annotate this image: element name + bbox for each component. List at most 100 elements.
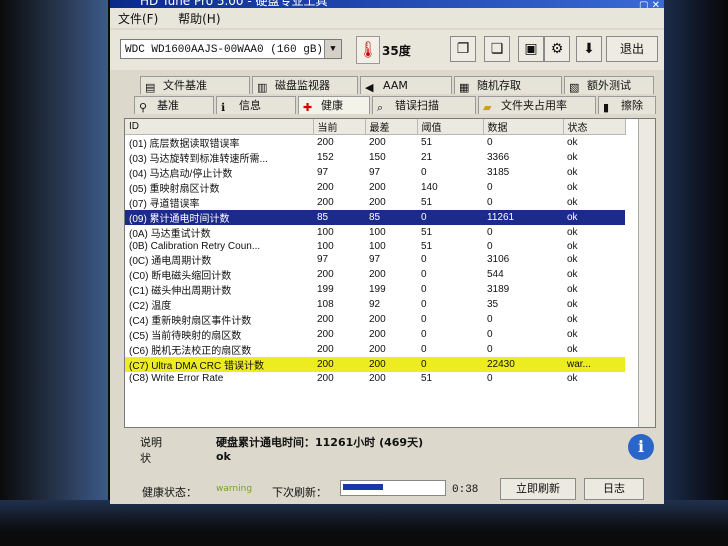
folder-icon: ▰ [483, 101, 492, 114]
monitor-bezel-bottom [0, 500, 728, 546]
threshold-value: 140 [421, 182, 438, 193]
attribute-name: (09) 累计通电时间计数 [125, 210, 313, 225]
column-header-data[interactable]: 数据 [483, 119, 564, 135]
app-window: HD Tune Pro 5.00 - 硬盘专业工具 ▁ ▢ ✕ 文件(F) 帮助… [110, 0, 664, 504]
status: ok [567, 329, 578, 341]
copy-icon[interactable]: ❐ [450, 36, 476, 62]
table-row[interactable]: (0A) 马达重试计数 100 100 51 0 ok [125, 225, 625, 240]
options-icon[interactable]: ⚙ [544, 36, 570, 62]
description-value: 硬盘累计通电时间：11261小时 (469天) [216, 436, 424, 449]
download-icon[interactable]: ⬇ [576, 36, 602, 62]
worst-value: 200 [369, 269, 386, 281]
threshold-value: 51 [421, 240, 433, 252]
current-value: 97 [317, 167, 329, 178]
menu-file[interactable]: 文件(F) [110, 8, 166, 29]
table-row[interactable]: (C1) 磁头伸出周期计数 199 199 0 3189 ok [125, 282, 625, 297]
menu-bar: 文件(F) 帮助(H) [110, 8, 664, 28]
column-header-current[interactable]: 当前 [313, 119, 366, 135]
table-row[interactable]: (C6) 脱机无法校正的扇区数 200 200 0 0 ok [125, 342, 625, 357]
current-value: 200 [317, 137, 334, 148]
threshold-value: 0 [421, 284, 427, 296]
tab-aam[interactable]: ◀ AAM [360, 76, 452, 94]
health-status-label: 健康状态： [142, 486, 197, 499]
table-row[interactable]: (0B) Calibration Retry Coun... 100 100 51 0 o… [125, 240, 625, 252]
column-header-worst[interactable]: 最差 [365, 119, 418, 135]
status: ok [567, 269, 578, 281]
threshold-value: 0 [421, 344, 427, 356]
refresh-progress-bar [340, 480, 446, 496]
column-header-status[interactable]: 状态 [563, 119, 626, 135]
log-button[interactable]: 日志 [584, 478, 644, 500]
tab-benchmark[interactable]: ⚲ 基准 [134, 96, 214, 114]
tab-file-benchmark[interactable]: ▤ 文件基准 [140, 76, 250, 94]
table-row[interactable]: (09) 累计通电时间计数 85 85 0 11261 ok [125, 210, 625, 225]
table-row[interactable]: (C2) 温度 108 92 0 35 ok [125, 297, 625, 312]
attribute-name: (C0) 断电磁头缩回计数 [129, 271, 232, 283]
current-value: 200 [317, 197, 334, 208]
menu-help[interactable]: 帮助(H) [170, 8, 228, 29]
attribute-name: (07) 寻道错误率 [129, 199, 200, 210]
attribute-name: (04) 马达启动/停止计数 [129, 169, 233, 180]
current-value: 199 [317, 284, 334, 296]
table-row[interactable]: (C7) Ultra DMA CRC 错误计数 200 200 0 22430 war..… [125, 357, 625, 373]
table-row[interactable]: (05) 重映射扇区计数 200 200 140 0 ok [125, 180, 625, 195]
table-header: ID 当前 最差 阈值 数据 状态 [125, 119, 626, 135]
exit-button[interactable]: 退出 [606, 36, 658, 62]
tab-erase[interactable]: ▮ 擦除 [598, 96, 656, 114]
attribute-name: (C5) 当前待映射的扇区数 [129, 331, 242, 343]
status-label: 状 [140, 452, 151, 465]
table-row[interactable]: (C5) 当前待映射的扇区数 200 200 0 0 ok [125, 327, 625, 342]
table-row[interactable]: (C8) Write Error Rate 200 200 51 0 ok [125, 372, 625, 384]
worst-value: 85 [365, 210, 417, 225]
column-header-threshold[interactable]: 阈值 [417, 119, 484, 135]
attribute-name: (0A) 马达重试计数 [129, 229, 211, 240]
refresh-progress-fill [343, 484, 383, 490]
tab-error-scan[interactable]: ⌕ 错误扫描 [372, 96, 476, 114]
table-row[interactable]: (03) 马达旋转到标准转速所需... 152 150 21 3366 ok [125, 150, 625, 165]
status: ok [567, 227, 578, 238]
tab-random-access[interactable]: ▦ 随机存取 [454, 76, 562, 94]
tab-folder-usage[interactable]: ▰ 文件夹占用率 [478, 96, 596, 114]
table-row[interactable]: (C0) 断电磁头缩回计数 200 200 0 544 ok [125, 267, 625, 282]
status: war... [563, 357, 625, 373]
raw-data: 0 [487, 329, 493, 341]
current-value: 200 [317, 182, 334, 193]
info-icon[interactable]: i [628, 434, 654, 460]
worst-value: 200 [369, 344, 386, 356]
table-row[interactable]: (C4) 重新映射扇区事件计数 200 200 0 0 ok [125, 312, 625, 327]
attribute-name: (0C) 通电周期计数 [129, 256, 212, 268]
save-icon[interactable]: ▣ [518, 36, 544, 62]
tab-info[interactable]: ℹ 信息 [216, 96, 296, 114]
chevron-down-icon[interactable]: ▼ [324, 40, 341, 58]
table-row[interactable]: (04) 马达启动/停止计数 97 97 0 3185 ok [125, 165, 625, 180]
threshold-value: 51 [421, 227, 433, 238]
paste-icon[interactable]: ❏ [484, 36, 510, 62]
current-value: 200 [317, 344, 334, 356]
raw-data: 544 [487, 269, 504, 281]
raw-data: 11261 [483, 210, 563, 225]
random-access-icon: ▦ [459, 81, 470, 94]
refresh-now-button[interactable]: 立即刷新 [500, 478, 576, 500]
refresh-countdown: 0:38 [452, 484, 479, 496]
table-row[interactable]: (07) 寻道错误率 200 200 51 0 ok [125, 195, 625, 210]
table-scrollbar[interactable] [638, 119, 655, 427]
tab-disk-monitor[interactable]: ▥ 磁盘监视器 [252, 76, 358, 94]
monitor-bezel-left [0, 0, 108, 546]
worst-value: 200 [369, 329, 386, 341]
threshold-value: 0 [421, 329, 427, 341]
raw-data: 0 [487, 344, 493, 356]
smart-attributes-table: ID 当前 最差 阈值 数据 状态 (01) 底层数据读取错误率 200 200 51… [125, 119, 626, 385]
current-value: 200 [313, 357, 365, 373]
column-header-id[interactable]: ID [125, 119, 314, 135]
drive-select[interactable]: WDC WD1600AAJS-00WAA0 (160 gB) ▼ [120, 39, 342, 59]
table-row[interactable]: (01) 底层数据读取错误率 200 200 51 0 ok [125, 135, 625, 150]
table-row[interactable]: (0C) 通电周期计数 97 97 0 3106 ok [125, 252, 625, 267]
worst-value: 199 [369, 284, 386, 296]
tab-extra-tests[interactable]: ▧ 额外测试 [564, 76, 654, 94]
tab-health[interactable]: ✚ 健康 [298, 96, 370, 114]
status: ok [567, 137, 578, 148]
worst-value: 97 [369, 254, 381, 266]
info-small-icon: ℹ [221, 101, 226, 114]
attribute-name: (01) 底层数据读取错误率 [129, 139, 240, 150]
raw-data: 0 [487, 137, 493, 148]
